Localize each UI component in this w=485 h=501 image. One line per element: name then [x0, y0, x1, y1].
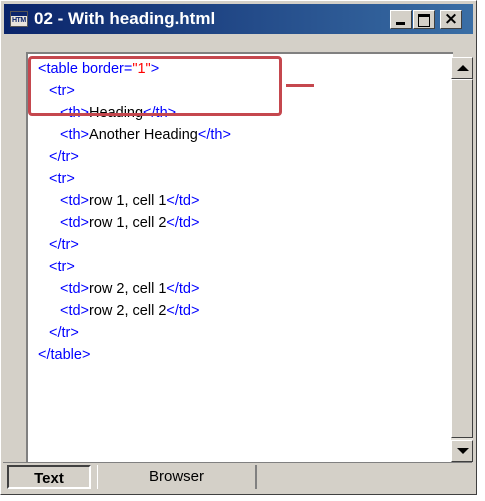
close-icon: × [443, 9, 459, 29]
vertical-scrollbar[interactable] [451, 57, 473, 462]
html-file-icon: HTM [10, 11, 28, 27]
code-line: </table> [38, 347, 91, 363]
code-line: <tr> [49, 171, 75, 187]
code-line: </tr> [49, 149, 79, 165]
code-line: <th>Another Heading</th> [60, 127, 231, 143]
code-line: <td>row 1, cell 1</td> [60, 193, 200, 209]
close-button[interactable]: × [440, 9, 462, 29]
minimize-icon [396, 22, 405, 25]
code-line: <td>row 2, cell 2</td> [60, 303, 200, 319]
scrollbar-thumb[interactable] [451, 79, 473, 438]
scroll-down-button[interactable] [451, 440, 473, 462]
title-bar[interactable]: HTM 02 - With heading.html × [4, 4, 473, 34]
window-title: 02 - With heading.html [34, 9, 216, 28]
arrow-up-icon [457, 65, 469, 71]
maximize-button[interactable] [413, 10, 435, 29]
view-tab-bar: Text Browser [3, 462, 472, 491]
code-line: <td>row 1, cell 2</td> [60, 215, 200, 231]
tab-browser[interactable]: Browser [97, 465, 257, 489]
code-line: </tr> [49, 237, 79, 253]
th-highlight-box [28, 56, 282, 116]
code-line: <td>row 2, cell 1</td> [60, 281, 200, 297]
tab-text[interactable]: Text [7, 465, 91, 489]
code-line: </tr> [49, 325, 79, 341]
minimize-button[interactable] [390, 10, 412, 29]
scroll-up-button[interactable] [451, 57, 473, 79]
maximize-icon [418, 14, 430, 27]
code-line: <tr> [49, 259, 75, 275]
callout-pointer [286, 84, 314, 87]
arrow-down-icon [457, 448, 469, 454]
